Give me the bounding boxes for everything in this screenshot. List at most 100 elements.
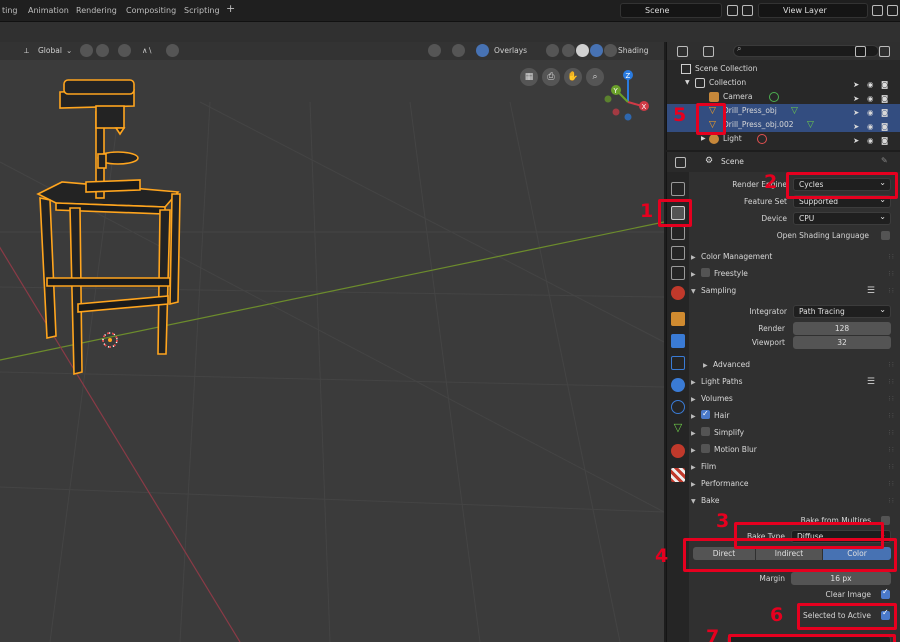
snap-icon[interactable] [96,44,109,57]
presets-list-icon[interactable]: ☰ [867,375,875,389]
3d-cursor[interactable] [102,332,118,348]
section-color-management[interactable]: ▶ Color Management ⁝⁝ [691,250,900,264]
view-layer-selector[interactable]: View Layer [758,3,868,18]
material-shading-icon[interactable] [590,44,603,57]
select-arrow-icon[interactable]: ➤ [853,106,861,117]
outliner-row-camera[interactable]: Camera ➤ ◉ ◙ [667,90,900,104]
scene-selector[interactable]: Scene [620,3,722,18]
select-arrow-icon[interactable]: ➤ [853,92,861,103]
drill-press-model[interactable] [36,79,181,376]
solid-shading-icon[interactable] [576,44,589,57]
section-freestyle[interactable]: ▶ Freestyle ⁝⁝ [691,267,900,281]
camera-render-icon[interactable]: ◙ [881,78,889,89]
freestyle-checkbox[interactable] [701,268,710,277]
integrator-dropdown[interactable]: Path Tracing [793,304,891,318]
axis-gizmo[interactable]: Z X Y [600,66,660,126]
delete-view-layer-icon[interactable] [887,5,898,16]
section-performance[interactable]: ▶ Performance ⁝⁝ [691,477,900,491]
camera-render-icon[interactable]: ◙ [881,134,889,145]
pivot-point-icon[interactable] [80,44,93,57]
device-dropdown[interactable]: CPU [793,211,891,225]
tab-layout[interactable]: ting [0,3,22,19]
physics-tab-icon[interactable] [671,378,685,392]
new-collection-icon[interactable] [879,46,890,57]
texture-tab-icon[interactable] [671,468,685,482]
section-volumes[interactable]: ▶ Volumes ⁝⁝ [691,392,900,406]
section-motion-blur[interactable]: ▶ Motion Blur ⁝⁝ [691,443,900,457]
xray-icon[interactable] [546,44,559,57]
view-layer-tab-icon[interactable] [671,246,685,260]
rendered-shading-icon[interactable] [604,44,617,57]
select-arrow-icon[interactable]: ➤ [853,120,861,131]
hair-checkbox[interactable] [701,407,710,421]
motion-blur-checkbox[interactable] [701,444,710,453]
section-sampling[interactable]: ▼ Sampling ☰ ⁝⁝ [691,284,900,298]
margin-field[interactable]: 16 px [791,572,891,585]
outliner-scene-collection[interactable]: Scene Collection [667,62,900,76]
tab-compositing[interactable]: Compositing [122,3,180,19]
section-film[interactable]: ▶ Film ⁝⁝ [691,460,900,474]
delete-scene-icon[interactable] [742,5,753,16]
section-simplify[interactable]: ▶ Simplify ⁝⁝ [691,426,900,440]
camera-render-icon[interactable]: ◙ [881,120,889,131]
section-bake[interactable]: ▼ Bake ⁝⁝ [691,494,900,508]
render-samples-field[interactable]: 128 [793,322,891,335]
mesh-data-tab-icon[interactable]: ▽ [671,422,685,436]
section-light-paths[interactable]: ▶ Light Paths ☰ ⁝⁝ [691,375,900,389]
expand-arrow-icon[interactable]: ▼ [685,76,690,90]
section-hair[interactable]: ▶Hair ⁝⁝ [691,407,900,423]
presets-list-icon[interactable]: ☰ [867,284,875,298]
overlays-toggle-icon[interactable] [476,44,489,57]
viewport-samples-field[interactable]: 32 [793,336,891,349]
toggle-perspective-icon[interactable]: ▦ [520,68,538,86]
camera-render-icon[interactable]: ◙ [881,92,889,103]
x-axis-line [0,246,241,642]
new-view-layer-icon[interactable] [872,5,883,16]
eye-icon[interactable]: ◉ [867,92,875,103]
new-scene-icon[interactable] [727,5,738,16]
scene-tab-icon[interactable] [671,266,685,280]
select-arrow-icon[interactable]: ➤ [853,78,861,89]
tab-scripting[interactable]: Scripting [180,3,224,19]
overlays-dropdown[interactable]: Overlays [494,45,527,57]
world-tab-icon[interactable] [671,286,685,300]
object-visibility-icon[interactable] [452,44,465,57]
editor-type-icon[interactable] [428,44,441,57]
3d-viewport[interactable]: ⟂ Global ⌄ ∧∖ Overlays Shading ▦ ⎙ ✋ ⌕ Z… [0,42,664,642]
osl-checkbox[interactable] [881,231,890,240]
outliner-row-collection[interactable]: ▼ Collection ➤ ◉ ◙ [667,76,900,90]
tab-rendering[interactable]: Rendering [72,3,121,19]
filter-icon[interactable] [855,46,866,57]
editor-type-icon[interactable] [675,157,686,168]
eye-icon[interactable]: ◉ [867,78,875,89]
clear-image-checkbox[interactable] [881,587,890,599]
wireframe-shading-icon[interactable] [562,44,575,57]
shading-dropdown[interactable]: Shading [618,45,648,57]
tool-settings-icon[interactable] [166,44,179,57]
add-workspace-button[interactable]: + [226,2,235,15]
annotation-number-2: 2 [764,171,778,193]
camera-view-icon[interactable]: ⎙ [542,68,560,86]
pin-icon[interactable]: ✎ [881,156,888,165]
output-tab-icon[interactable] [671,226,685,240]
particles-tab-icon[interactable] [671,356,685,370]
editor-type-icon[interactable] [677,46,688,57]
select-arrow-icon[interactable]: ➤ [853,134,861,145]
eye-icon[interactable]: ◉ [867,134,875,145]
transform-orientation-dropdown[interactable]: Global [38,45,62,57]
eye-icon[interactable]: ◉ [867,106,875,117]
constraints-tab-icon[interactable] [671,400,685,414]
modifier-tab-icon[interactable] [671,334,685,348]
eye-icon[interactable]: ◉ [867,120,875,131]
falloff-icon[interactable]: ∧∖ [142,45,152,57]
section-advanced[interactable]: ▶ Advanced ⁝⁝ [703,358,900,372]
tool-tab-icon[interactable] [671,182,685,196]
display-mode-icon[interactable] [703,46,714,57]
object-tab-icon[interactable] [671,312,685,326]
material-tab-icon[interactable] [671,444,685,458]
simplify-checkbox[interactable] [701,427,710,436]
proportional-edit-icon[interactable] [118,44,131,57]
camera-render-icon[interactable]: ◙ [881,106,889,117]
tab-animation[interactable]: Animation [24,3,73,19]
pan-hand-icon[interactable]: ✋ [564,68,582,86]
